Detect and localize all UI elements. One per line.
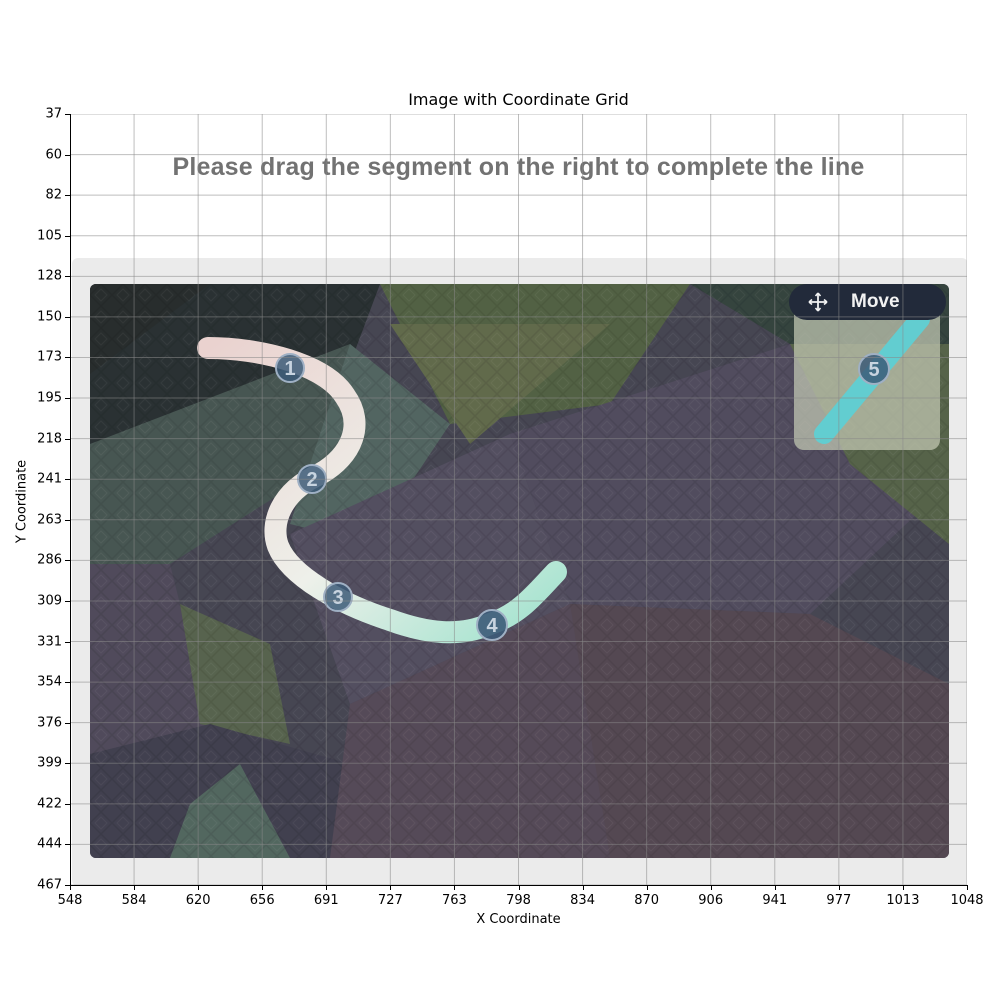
x-tick-label: 620 bbox=[185, 893, 211, 908]
y-tick-label: 309 bbox=[37, 593, 62, 609]
y-tick-label: 150 bbox=[37, 309, 62, 325]
x-tick-mark bbox=[454, 885, 456, 890]
y-axis-line bbox=[70, 114, 71, 885]
y-tick-mark bbox=[65, 195, 70, 197]
x-tick-label: 1013 bbox=[886, 893, 920, 908]
move-button-label: Move bbox=[851, 291, 900, 312]
y-tick-mark bbox=[65, 844, 70, 846]
chart-title: Image with Coordinate Grid bbox=[408, 90, 629, 109]
y-tick-label: 60 bbox=[45, 147, 62, 163]
x-tick-label: 870 bbox=[634, 893, 660, 908]
y-tick-mark bbox=[65, 763, 70, 765]
x-tick-label: 584 bbox=[121, 893, 147, 908]
y-tick-label: 354 bbox=[37, 674, 62, 690]
x-tick-mark bbox=[326, 885, 328, 890]
y-tick-mark bbox=[65, 276, 70, 278]
y-tick-mark bbox=[65, 682, 70, 684]
y-axis-label: Y Coordinate bbox=[14, 459, 30, 544]
x-tick-label: 763 bbox=[442, 893, 467, 908]
x-tick-label: 977 bbox=[826, 893, 852, 908]
x-tick-mark bbox=[774, 885, 776, 890]
marker-5-label: 5 bbox=[868, 359, 879, 381]
y-tick-mark bbox=[65, 235, 70, 237]
y-tick-mark bbox=[65, 438, 70, 440]
y-tick-label: 82 bbox=[45, 187, 62, 203]
y-tick-label: 128 bbox=[37, 268, 62, 284]
y-tick-mark bbox=[65, 316, 70, 318]
y-tick-label: 331 bbox=[37, 634, 62, 650]
y-tick-mark bbox=[65, 357, 70, 359]
x-tick-label: 1048 bbox=[950, 893, 984, 908]
y-tick-label: 195 bbox=[37, 390, 62, 406]
marker-2-label: 2 bbox=[306, 469, 317, 491]
plot-area: Please drag the segment on the right to … bbox=[70, 114, 967, 885]
y-tick-label: 444 bbox=[37, 836, 62, 852]
x-tick-mark bbox=[710, 885, 712, 890]
x-tick-mark bbox=[518, 885, 520, 890]
y-tick-mark bbox=[65, 154, 70, 156]
y-tick-label: 399 bbox=[37, 755, 62, 771]
x-tick-mark bbox=[262, 885, 264, 890]
move-arrows-icon bbox=[803, 287, 833, 317]
y-tick-mark bbox=[65, 560, 70, 562]
x-tick-mark bbox=[582, 885, 584, 890]
x-tick-label: 906 bbox=[698, 893, 724, 908]
y-tick-label: 286 bbox=[37, 552, 62, 568]
x-tick-mark bbox=[967, 885, 968, 890]
y-tick-label: 37 bbox=[45, 106, 62, 122]
x-tick-label: 727 bbox=[377, 893, 403, 908]
y-tick-mark bbox=[65, 722, 70, 724]
x-tick-label: 834 bbox=[570, 893, 595, 908]
x-tick-mark bbox=[198, 885, 200, 890]
y-tick-mark bbox=[65, 803, 70, 805]
y-tick-label: 173 bbox=[37, 349, 62, 365]
x-tick-label: 691 bbox=[313, 893, 339, 908]
y-tick-mark bbox=[65, 479, 70, 481]
marker-3-label: 3 bbox=[332, 587, 343, 609]
y-tick-label: 263 bbox=[37, 512, 62, 528]
x-tick-mark bbox=[134, 885, 136, 890]
y-tick-label: 376 bbox=[37, 715, 62, 731]
y-tick-label: 467 bbox=[37, 877, 62, 893]
y-tick-mark bbox=[65, 600, 70, 602]
x-tick-mark bbox=[390, 885, 392, 890]
x-tick-label: 548 bbox=[57, 893, 83, 908]
marker-1-label: 1 bbox=[284, 358, 295, 380]
x-tick-label: 656 bbox=[249, 893, 275, 908]
x-tick-mark bbox=[646, 885, 648, 890]
x-tick-label: 798 bbox=[506, 893, 531, 908]
x-tick-mark bbox=[838, 885, 840, 890]
marker-4-label: 4 bbox=[486, 615, 498, 637]
y-tick-mark bbox=[65, 885, 70, 886]
x-tick-mark bbox=[70, 885, 71, 890]
x-axis-label: X Coordinate bbox=[476, 912, 561, 927]
y-tick-mark bbox=[65, 114, 70, 115]
x-tick-label: 941 bbox=[762, 893, 788, 908]
puzzle-image: 1 2 3 4 5 bbox=[90, 284, 949, 858]
move-button[interactable]: Move bbox=[789, 284, 946, 320]
captcha-instruction: Please drag the segment on the right to … bbox=[172, 153, 865, 181]
y-tick-mark bbox=[65, 641, 70, 643]
y-tick-label: 218 bbox=[37, 431, 62, 447]
y-tick-mark bbox=[65, 519, 70, 521]
y-tick-label: 241 bbox=[37, 471, 62, 487]
y-tick-label: 422 bbox=[37, 796, 62, 812]
x-tick-mark bbox=[902, 885, 904, 890]
y-tick-mark bbox=[65, 398, 70, 400]
y-tick-label: 105 bbox=[37, 228, 62, 244]
